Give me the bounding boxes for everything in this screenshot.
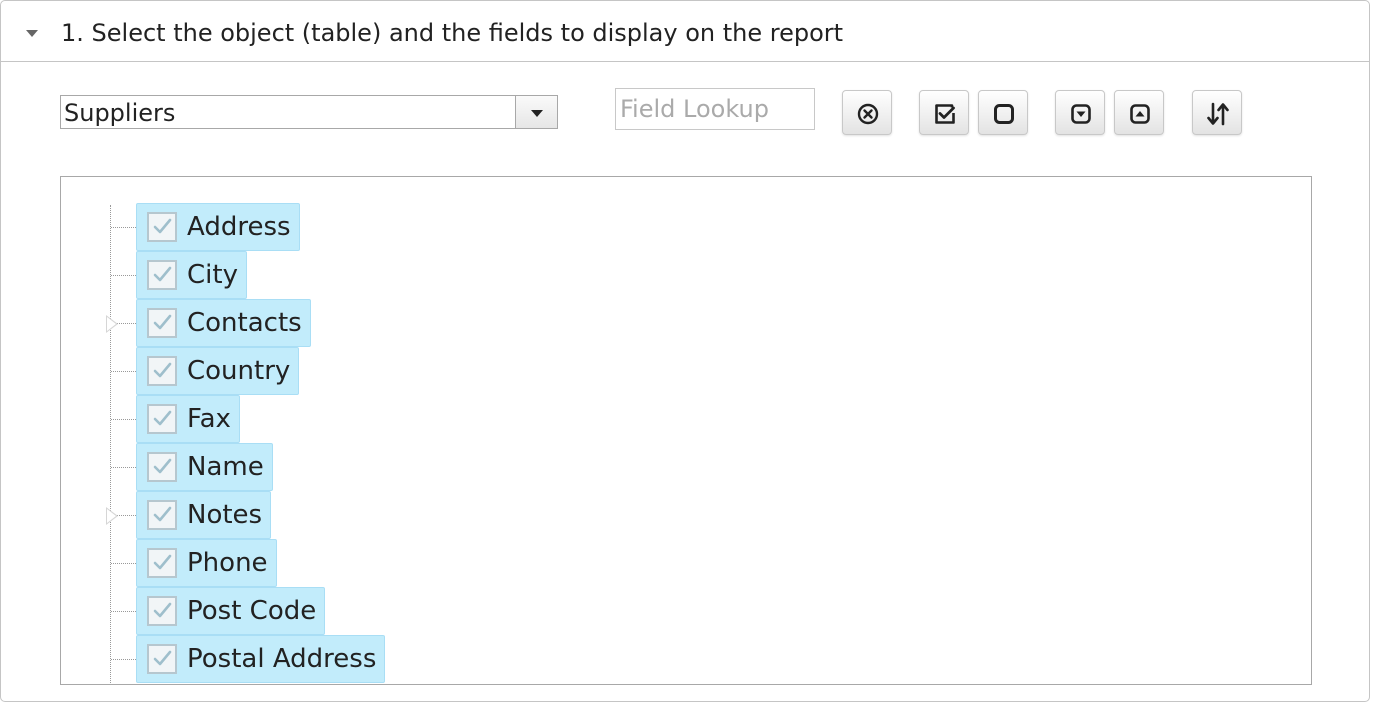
sort-button[interactable]	[1192, 90, 1242, 135]
checked-box-icon	[935, 104, 955, 124]
checkmark-icon	[153, 218, 172, 234]
tree-connector	[111, 563, 136, 564]
tree-node-label: Country	[187, 356, 291, 386]
collapse-arrow-icon[interactable]	[26, 30, 38, 37]
tree-node-label: Postal Address	[187, 644, 377, 674]
report-fields-panel: 1. Select the object (table) and the fie…	[0, 0, 1370, 702]
clear-lookup-button[interactable]	[842, 90, 892, 135]
checkmark-icon	[153, 650, 172, 666]
tree-node-chip[interactable]: Country	[136, 347, 300, 395]
tree-node-label: Post Code	[187, 596, 317, 626]
tree-node-label: Address	[187, 212, 291, 242]
tree-node-chip[interactable]: City	[136, 251, 247, 299]
checkmark-icon	[153, 602, 172, 618]
tree-node[interactable]: Country	[61, 347, 861, 395]
field-checkbox[interactable]	[147, 596, 177, 626]
collapse-all-button[interactable]	[1114, 90, 1164, 135]
field-checkbox[interactable]	[147, 452, 177, 482]
field-lookup-input[interactable]	[615, 88, 815, 130]
field-checkbox[interactable]	[147, 500, 177, 530]
tree-node-chip[interactable]: Notes	[136, 491, 272, 539]
tree-node[interactable]: Name	[61, 443, 861, 491]
tree-node-label: City	[187, 260, 238, 290]
tree-connector	[111, 227, 136, 228]
expand-arrow-icon[interactable]	[106, 315, 118, 333]
panel-header[interactable]: 1. Select the object (table) and the fie…	[1, 1, 1369, 62]
box-arrow-up-icon	[1130, 104, 1150, 124]
tree-node-chip[interactable]: Phone	[136, 539, 277, 587]
tree-node-label: Fax	[187, 404, 231, 434]
tree-node-label: Contacts	[187, 308, 302, 338]
tree-node-chip[interactable]: Postal Address	[136, 635, 386, 683]
tree-node[interactable]: City	[61, 251, 861, 299]
select-all-button[interactable]	[919, 90, 969, 135]
tree-node-chip[interactable]: Contacts	[136, 299, 311, 347]
checkmark-icon	[153, 362, 172, 378]
tree-node-chip[interactable]: Fax	[136, 395, 240, 443]
checkmark-icon	[153, 410, 172, 426]
expand-all-button[interactable]	[1055, 90, 1105, 135]
tree-node-chip[interactable]: Post Code	[136, 587, 326, 635]
object-select-value: Suppliers	[64, 99, 176, 127]
tree-node[interactable]: Contacts	[61, 299, 861, 347]
field-checkbox[interactable]	[147, 212, 177, 242]
tree-node-chip[interactable]: Address	[136, 203, 300, 251]
tree-node[interactable]: Postal Address	[61, 635, 861, 683]
tree-connector	[111, 659, 136, 660]
tree-connector	[111, 419, 136, 420]
checkmark-icon	[153, 554, 172, 570]
tree-connector	[111, 371, 136, 372]
tree-node-label: Name	[187, 452, 264, 482]
expand-arrow-icon[interactable]	[106, 507, 118, 525]
checkmark-icon	[153, 506, 172, 522]
tree-node[interactable]: Phone	[61, 539, 861, 587]
empty-box-icon	[994, 104, 1014, 124]
field-checkbox[interactable]	[147, 548, 177, 578]
tree-node[interactable]: Post Code	[61, 587, 861, 635]
field-checkbox[interactable]	[147, 260, 177, 290]
deselect-all-button[interactable]	[978, 90, 1028, 135]
tree-node-label: Notes	[187, 500, 263, 530]
circle-x-icon	[857, 103, 879, 125]
caret-down-icon	[531, 110, 543, 117]
object-select[interactable]: Suppliers	[60, 95, 558, 129]
field-checkbox[interactable]	[147, 356, 177, 386]
tree-node[interactable]: Address	[61, 203, 861, 251]
checkmark-icon	[153, 458, 172, 474]
tree-node[interactable]: Notes	[61, 491, 861, 539]
tree-node-chip[interactable]: Name	[136, 443, 273, 491]
checkmark-icon	[153, 266, 172, 282]
tree-node-label: Phone	[187, 548, 268, 578]
box-arrow-down-icon	[1071, 104, 1091, 124]
field-checkbox[interactable]	[147, 404, 177, 434]
tree-connector	[111, 611, 136, 612]
panel-title: 1. Select the object (table) and the fie…	[61, 19, 844, 47]
field-tree[interactable]: Address City Contacts Country Fax Name Notes Ph…	[60, 176, 1312, 685]
checkmark-icon	[153, 314, 172, 330]
object-select-dropdown-button[interactable]	[515, 96, 557, 128]
field-checkbox[interactable]	[147, 308, 177, 338]
tree-connector	[111, 467, 136, 468]
sort-arrows-icon	[1207, 102, 1229, 126]
field-checkbox[interactable]	[147, 644, 177, 674]
tree-node[interactable]: Fax	[61, 395, 861, 443]
tree-connector	[111, 275, 136, 276]
